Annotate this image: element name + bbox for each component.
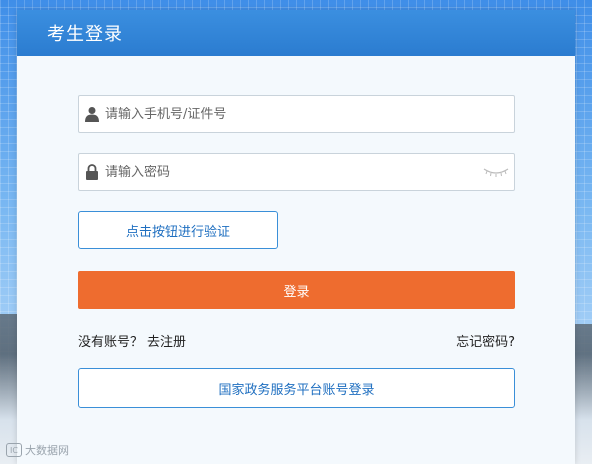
account-input[interactable] xyxy=(105,106,514,122)
forgot-password-link[interactable]: 忘记密码? xyxy=(456,331,515,350)
verify-button[interactable]: 点击按钮进行验证 xyxy=(78,211,278,249)
auth-links: 没有账号？ 去注册 忘记密码? xyxy=(78,330,515,350)
user-icon xyxy=(79,106,105,122)
login-header: 考生登录 xyxy=(17,10,575,56)
gov-platform-login-button[interactable]: 国家政务服务平台账号登录 xyxy=(78,368,515,408)
eye-closed-icon[interactable] xyxy=(478,167,514,177)
register-link[interactable]: 去注册 xyxy=(147,331,186,350)
lock-icon xyxy=(79,164,105,180)
gov-platform-login-label: 国家政务服务平台账号登录 xyxy=(218,382,375,398)
login-button[interactable]: 登录 xyxy=(78,271,515,309)
watermark-text: 大数据网 xyxy=(25,444,69,457)
password-field[interactable] xyxy=(78,153,515,191)
page-title: 考生登录 xyxy=(47,24,123,45)
password-input[interactable] xyxy=(105,164,478,180)
register-row: 没有账号？ 去注册 xyxy=(78,331,186,350)
login-button-label: 登录 xyxy=(283,284,310,300)
account-field[interactable] xyxy=(78,95,515,133)
verify-button-label: 点击按钮进行验证 xyxy=(125,224,230,240)
watermark: IC 大数据网 xyxy=(6,442,69,458)
login-card: 考生登录 点击按钮进行验证 登录 xyxy=(17,10,575,464)
no-account-text: 没有账号？ xyxy=(78,334,144,350)
watermark-logo: IC xyxy=(6,443,22,457)
